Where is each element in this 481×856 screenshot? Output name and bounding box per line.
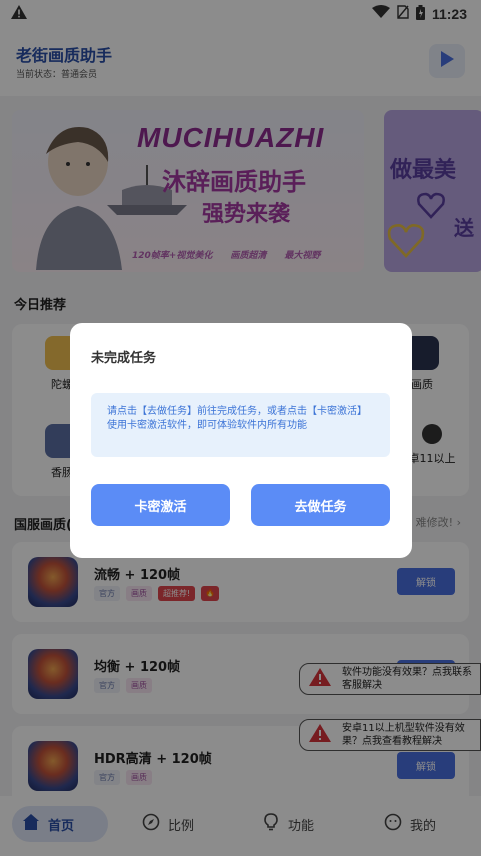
- activate-key-button[interactable]: 卡密激活: [91, 484, 230, 526]
- do-task-button[interactable]: 去做任务: [251, 484, 390, 526]
- dialog-title: 未完成任务: [91, 351, 157, 366]
- dialog-message: 请点击【去做任务】前往完成任务，或者点击【卡密激活】使用卡密激活软件，即可体验软…: [91, 393, 390, 457]
- task-dialog: 未完成任务 请点击【去做任务】前往完成任务，或者点击【卡密激活】使用卡密激活软件…: [70, 323, 412, 558]
